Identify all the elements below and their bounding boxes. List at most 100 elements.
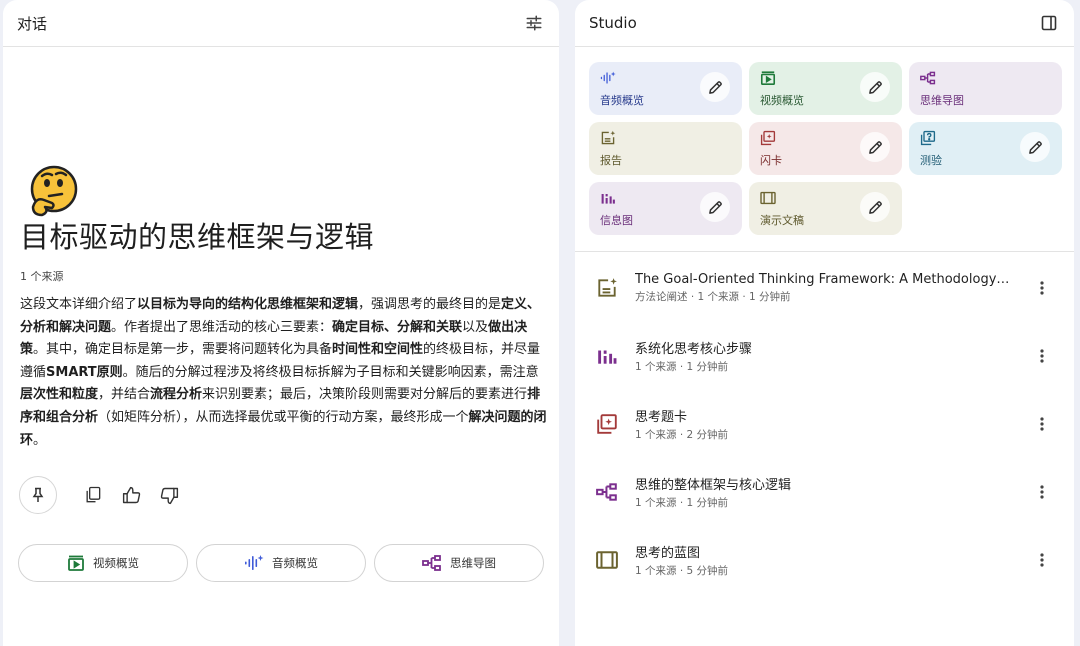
more-options-button[interactable] [1030, 412, 1054, 436]
studio-card-mind-map[interactable]: 思维导图 [909, 62, 1062, 115]
artifact-meta: 1 个来源 · 1 分钟前 [635, 497, 729, 509]
summary-run: 。 [33, 432, 47, 448]
studio-panel: Studio 音频概览 视频概览 思维导图报告 闪卡 测验信息图 演示文稿 The Goa… [575, 0, 1074, 646]
edit-button[interactable] [700, 72, 730, 102]
edit-button[interactable] [860, 132, 890, 162]
thumbs-down-button[interactable] [155, 481, 183, 509]
summary-text: 这段文本详细介绍了以目标为导向的结构化思维框架和逻辑，强调思考的最终目的是定义、… [20, 294, 550, 452]
artifact-title: 系统化思考核心步骤 [635, 342, 753, 357]
chip-audio-overview[interactable]: 音频概览 [196, 544, 366, 582]
summary-emphasis: 流程分析 [150, 387, 203, 403]
thinking-face-icon [30, 165, 78, 217]
edit-button[interactable] [860, 192, 890, 222]
flashcard-icon [595, 412, 619, 436]
studio-card-infographic[interactable]: 信息图 [589, 182, 742, 235]
summary-run: 来识别要素；最后，决策阶段则需要对分解后的要素进行 [202, 387, 528, 403]
studio-card-report[interactable]: 报告 [589, 122, 742, 175]
artifact-text: 思考题卡 1 个来源 · 2 分钟前 [635, 406, 1020, 442]
chip-mind-map[interactable]: 思维导图 [374, 544, 544, 582]
infographic-icon [595, 344, 619, 368]
studio-cards: 音频概览 视频概览 思维导图报告 闪卡 测验信息图 演示文稿 [589, 62, 1062, 235]
copy-button[interactable] [79, 481, 107, 509]
artifact-item[interactable]: 思考题卡 1 个来源 · 2 分钟前 [575, 390, 1074, 458]
card-label: 音频概览 [600, 94, 644, 107]
source-count: 1 个来源 [20, 270, 64, 283]
video-overview-icon [68, 555, 84, 571]
response-actions [19, 476, 193, 514]
more-options-button[interactable] [1030, 480, 1054, 504]
chip-video-overview[interactable]: 视频概览 [18, 544, 188, 582]
chat-panel: 对话 目标驱动的思维框架与逻辑 1 个来源 这段文本详细介绍了以目标为导向的结构… [3, 0, 559, 646]
more-vert-icon [1040, 281, 1044, 295]
summary-emphasis: 以目标为导向的结构化思维框架和逻辑 [137, 297, 359, 312]
summary-emphasis: 确定目标、分解和关联 [332, 319, 463, 335]
summary-run: ，强调思考的最终目的是 [358, 297, 502, 312]
mind-map-icon [920, 70, 936, 86]
slides-icon [595, 548, 619, 572]
more-vert-icon [1040, 349, 1044, 363]
card-label: 视频概览 [760, 94, 804, 107]
more-options-button[interactable] [1030, 276, 1054, 300]
artifact-text: 思维的整体框架与核心逻辑 1 个来源 · 1 分钟前 [635, 474, 1020, 510]
thumbs-down-icon [160, 487, 178, 504]
artifact-title: 思考题卡 [635, 410, 688, 425]
more-vert-icon [1040, 417, 1044, 431]
card-label: 测验 [920, 154, 942, 167]
report-icon [600, 130, 616, 146]
summary-run: 以及 [462, 319, 489, 335]
studio-card-video-overview[interactable]: 视频概览 [749, 62, 902, 115]
edit-button[interactable] [700, 192, 730, 222]
artifact-item[interactable]: 思考的蓝图 1 个来源 · 5 分钟前 [575, 526, 1074, 594]
pin-icon [32, 487, 44, 502]
pencil-icon [708, 200, 722, 214]
tune-settings-icon[interactable] [523, 12, 545, 34]
thumbs-up-icon [122, 486, 140, 503]
artifact-item[interactable]: 系统化思考核心步骤 1 个来源 · 1 分钟前 [575, 322, 1074, 390]
artifact-list: The Goal-Oriented Thinking Framework: A … [575, 254, 1074, 594]
pin-button[interactable] [19, 476, 57, 514]
video-overview-icon [760, 70, 776, 86]
artifact-text: The Goal-Oriented Thinking Framework: A … [635, 272, 1020, 304]
flashcard-icon [760, 130, 776, 146]
quiz-icon [920, 130, 936, 146]
artifact-text: 系统化思考核心步骤 1 个来源 · 1 分钟前 [635, 338, 1020, 374]
thumbs-up-button[interactable] [117, 481, 145, 509]
edit-button[interactable] [860, 72, 890, 102]
summary-run: ，并结合 [98, 387, 151, 403]
audio-overview-icon [245, 555, 264, 570]
chip-label: 思维导图 [450, 556, 496, 570]
artifact-item[interactable]: 思维的整体框架与核心逻辑 1 个来源 · 1 分钟前 [575, 458, 1074, 526]
card-label: 思维导图 [920, 94, 964, 107]
studio-card-slides[interactable]: 演示文稿 [749, 182, 902, 235]
studio-card-audio-overview[interactable]: 音频概览 [589, 62, 742, 115]
studio-card-flashcard[interactable]: 闪卡 [749, 122, 902, 175]
summary-emphasis: SMART原则 [46, 364, 123, 380]
slides-icon [760, 190, 776, 206]
card-label: 信息图 [600, 214, 633, 227]
collapse-panel-icon[interactable] [1038, 12, 1060, 34]
summary-run: 。作者提出了思维活动的核心三要素： [111, 319, 333, 335]
pencil-icon [868, 200, 882, 214]
more-options-button[interactable] [1030, 548, 1054, 572]
studio-card-quiz[interactable]: 测验 [909, 122, 1062, 175]
suggestion-chips: 视频概览 音频概览 思维导图 [18, 544, 544, 582]
chip-label: 视频概览 [93, 556, 139, 570]
edit-button[interactable] [1020, 132, 1050, 162]
artifact-meta: 方法论阐述 · 1 个来源 · 1 分钟前 [635, 291, 791, 303]
mind-map-icon [422, 555, 441, 571]
summary-run: 。随后的分解过程涉及将终极目标拆解为子目标和关键影响因素，需注意 [122, 364, 539, 380]
studio-header: Studio [575, 0, 1074, 47]
artifact-title: 思维的整体框架与核心逻辑 [635, 478, 792, 493]
pencil-icon [868, 80, 882, 94]
pencil-icon [708, 80, 722, 94]
pencil-icon [868, 140, 882, 154]
more-options-button[interactable] [1030, 344, 1054, 368]
artifact-title: The Goal-Oriented Thinking Framework: A … [635, 272, 1013, 287]
artifact-item[interactable]: The Goal-Oriented Thinking Framework: A … [575, 254, 1074, 322]
more-vert-icon [1040, 485, 1044, 499]
divider [575, 251, 1074, 252]
document-title: 目标驱动的思维框架与逻辑 [20, 220, 375, 254]
more-vert-icon [1040, 553, 1044, 567]
artifact-meta: 1 个来源 · 2 分钟前 [635, 429, 729, 441]
summary-run: （如矩阵分析），从而选择最优或平衡的行动方案，最终形成一个 [98, 409, 469, 425]
